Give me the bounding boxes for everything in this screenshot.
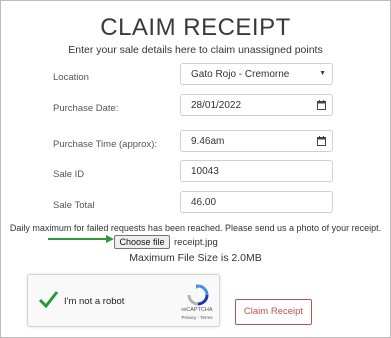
recaptcha-label: I'm not a robot	[64, 296, 125, 307]
sale-id-label: Sale ID	[53, 169, 85, 180]
purchase-date-input[interactable]: 28/01/2022	[180, 94, 333, 116]
sale-id-input[interactable]: 10043	[180, 160, 333, 182]
sale-total-value: 46.00	[191, 197, 217, 208]
purchase-time-label: Purchase Time (approx):	[53, 139, 158, 150]
sale-total-label: Sale Total	[53, 200, 95, 211]
recaptcha-links[interactable]: Privacy - Terms	[176, 315, 218, 320]
purchase-time-value: 9.46am	[191, 136, 225, 147]
purchase-time-input[interactable]: 9.46am	[180, 130, 333, 152]
arrow-right-icon	[48, 235, 114, 243]
location-row: Location Gato Rojo - Cremorne ▼	[53, 63, 337, 85]
page-title: CLAIM RECEIPT	[100, 14, 291, 41]
max-file-size-text: Maximum File Size is 2.0MB	[129, 252, 262, 264]
purchase-date-label: Purchase Date:	[53, 103, 119, 114]
purchase-date-row: Purchase Date: 28/01/2022	[53, 94, 337, 116]
sale-total-row: Sale Total 46.00	[53, 191, 337, 213]
purchase-date-value: 28/01/2022	[191, 100, 242, 111]
recaptcha-widget: I'm not a robot reCAPTCHA Privacy - Term…	[27, 274, 220, 327]
location-label: Location	[53, 72, 89, 83]
location-select[interactable]: Gato Rojo - Cremorne ▼	[180, 63, 333, 85]
choose-file-button[interactable]: Choose file	[114, 235, 170, 249]
chevron-down-icon: ▼	[319, 70, 326, 77]
rate-limit-notice: Daily maximum for failed requests has be…	[9, 223, 382, 233]
purchase-time-row: Purchase Time (approx): 9.46am	[53, 130, 337, 152]
sale-id-value: 10043	[191, 166, 219, 177]
location-value: Gato Rojo - Cremorne	[191, 69, 290, 80]
page-subtitle: Enter your sale details here to claim un…	[68, 44, 323, 56]
sale-id-row: Sale ID 10043	[53, 160, 337, 182]
calendar-icon[interactable]	[317, 100, 326, 110]
sale-total-input[interactable]: 46.00	[180, 191, 333, 213]
recaptcha-brand: reCAPTCHA	[181, 307, 213, 313]
calendar-icon[interactable]	[317, 136, 326, 146]
claim-receipt-button[interactable]: Claim Receipt	[235, 299, 312, 325]
selected-file-name: receipt.jpg	[174, 237, 218, 248]
checkmark-icon[interactable]	[38, 289, 58, 309]
recaptcha-logo-icon	[187, 284, 209, 306]
